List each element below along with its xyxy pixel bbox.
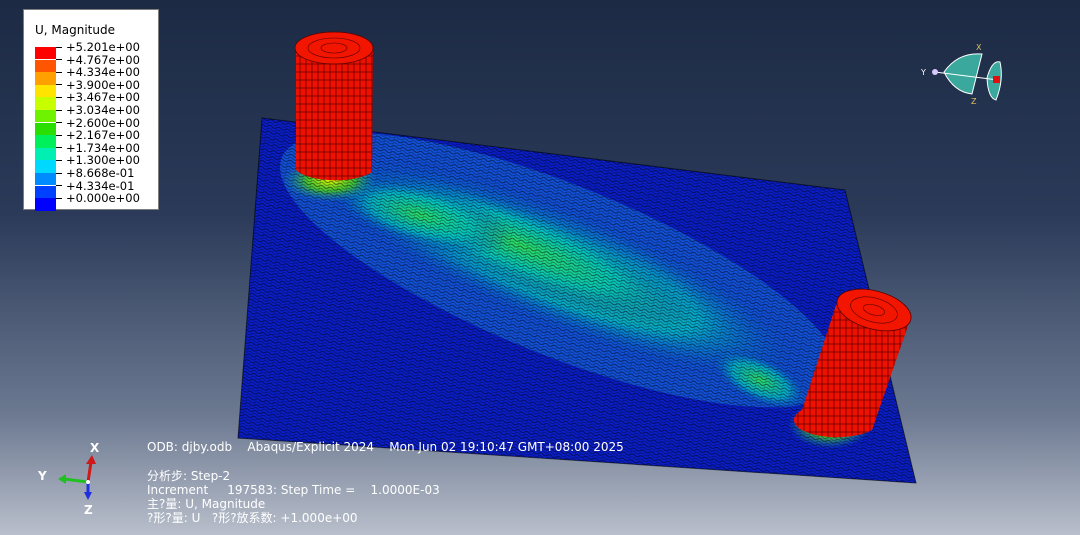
legend-value-label: +3.467e+00 <box>66 90 140 105</box>
view-cube-z-label: Z <box>971 97 977 106</box>
legend-swatch <box>35 198 56 211</box>
legend-tick <box>56 159 62 161</box>
legend-tick <box>56 59 62 61</box>
legend-value-label: +2.600e+00 <box>66 115 140 130</box>
increment-line: Increment 197583: Step Time = 1.0000E-03 <box>147 483 440 497</box>
legend-swatch <box>35 147 56 161</box>
triad-z-label: Z <box>84 503 93 517</box>
legend-swatch <box>35 97 56 110</box>
legend-swatch <box>35 122 56 135</box>
legend-swatch <box>35 160 56 173</box>
legend-swatch <box>35 47 56 60</box>
legend-value-label: +1.734e+00 <box>66 140 140 155</box>
triad-x-label: X <box>90 441 100 455</box>
view-cube-x-label: X <box>976 43 982 52</box>
legend-swatch <box>35 173 56 186</box>
model-viewport[interactable]: X Y Z <box>0 0 1080 535</box>
legend-value-label: +0.000e+00 <box>66 191 140 206</box>
contour-legend[interactable]: U, Magnitude +5.201e+00 +4.767e+00 +4.334e… <box>23 9 159 211</box>
view-cube-y-label: Y <box>920 68 926 77</box>
cylinder-left <box>294 31 374 181</box>
legend-tick <box>56 46 62 48</box>
legend-tick <box>56 134 62 136</box>
legend-tick <box>56 197 62 199</box>
deformation-line: ?形?量: U ?形?放系数: +1.000e+00 <box>147 511 358 525</box>
legend-value-label: +4.767e+00 <box>66 52 140 67</box>
triad-y-label: Y <box>38 469 47 483</box>
legend-tick <box>56 185 62 187</box>
legend-title: U, Magnitude <box>35 23 115 37</box>
legend-tick <box>56 147 62 149</box>
legend-tick <box>56 71 62 73</box>
legend-value-label: +4.334e+00 <box>66 65 140 80</box>
legend-value-label: +3.900e+00 <box>66 77 140 92</box>
legend-tick <box>56 96 62 98</box>
legend-tick <box>56 172 62 174</box>
legend-swatch <box>35 185 56 198</box>
legend-value-label: +8.668e-01 <box>66 166 135 180</box>
view-orientation-icon[interactable]: X Y Z <box>920 43 1002 106</box>
legend-swatch <box>35 110 56 123</box>
primary-variable-line: 主?量: U, Magnitude <box>147 497 266 511</box>
legend-value-label: +3.034e+00 <box>66 103 140 117</box>
legend-value-label: +4.334e-01 <box>66 178 135 193</box>
legend-tick <box>56 84 62 86</box>
step-line: 分析步: Step-2 <box>147 469 231 483</box>
legend-tick <box>56 109 62 111</box>
legend-tick <box>56 122 62 124</box>
legend-swatch <box>35 72 56 85</box>
legend-value-label: +5.201e+00 <box>66 40 140 54</box>
odb-info-line: ODB: djby.odb Abaqus/Explicit 2024 Mon J… <box>147 440 624 454</box>
axis-triad-icon <box>58 455 96 500</box>
legend-swatch <box>35 84 56 98</box>
legend-value-label: +1.300e+00 <box>66 153 140 168</box>
legend-swatch <box>35 59 56 72</box>
legend-swatch <box>35 135 56 148</box>
legend-value-label: +2.167e+00 <box>66 128 140 143</box>
